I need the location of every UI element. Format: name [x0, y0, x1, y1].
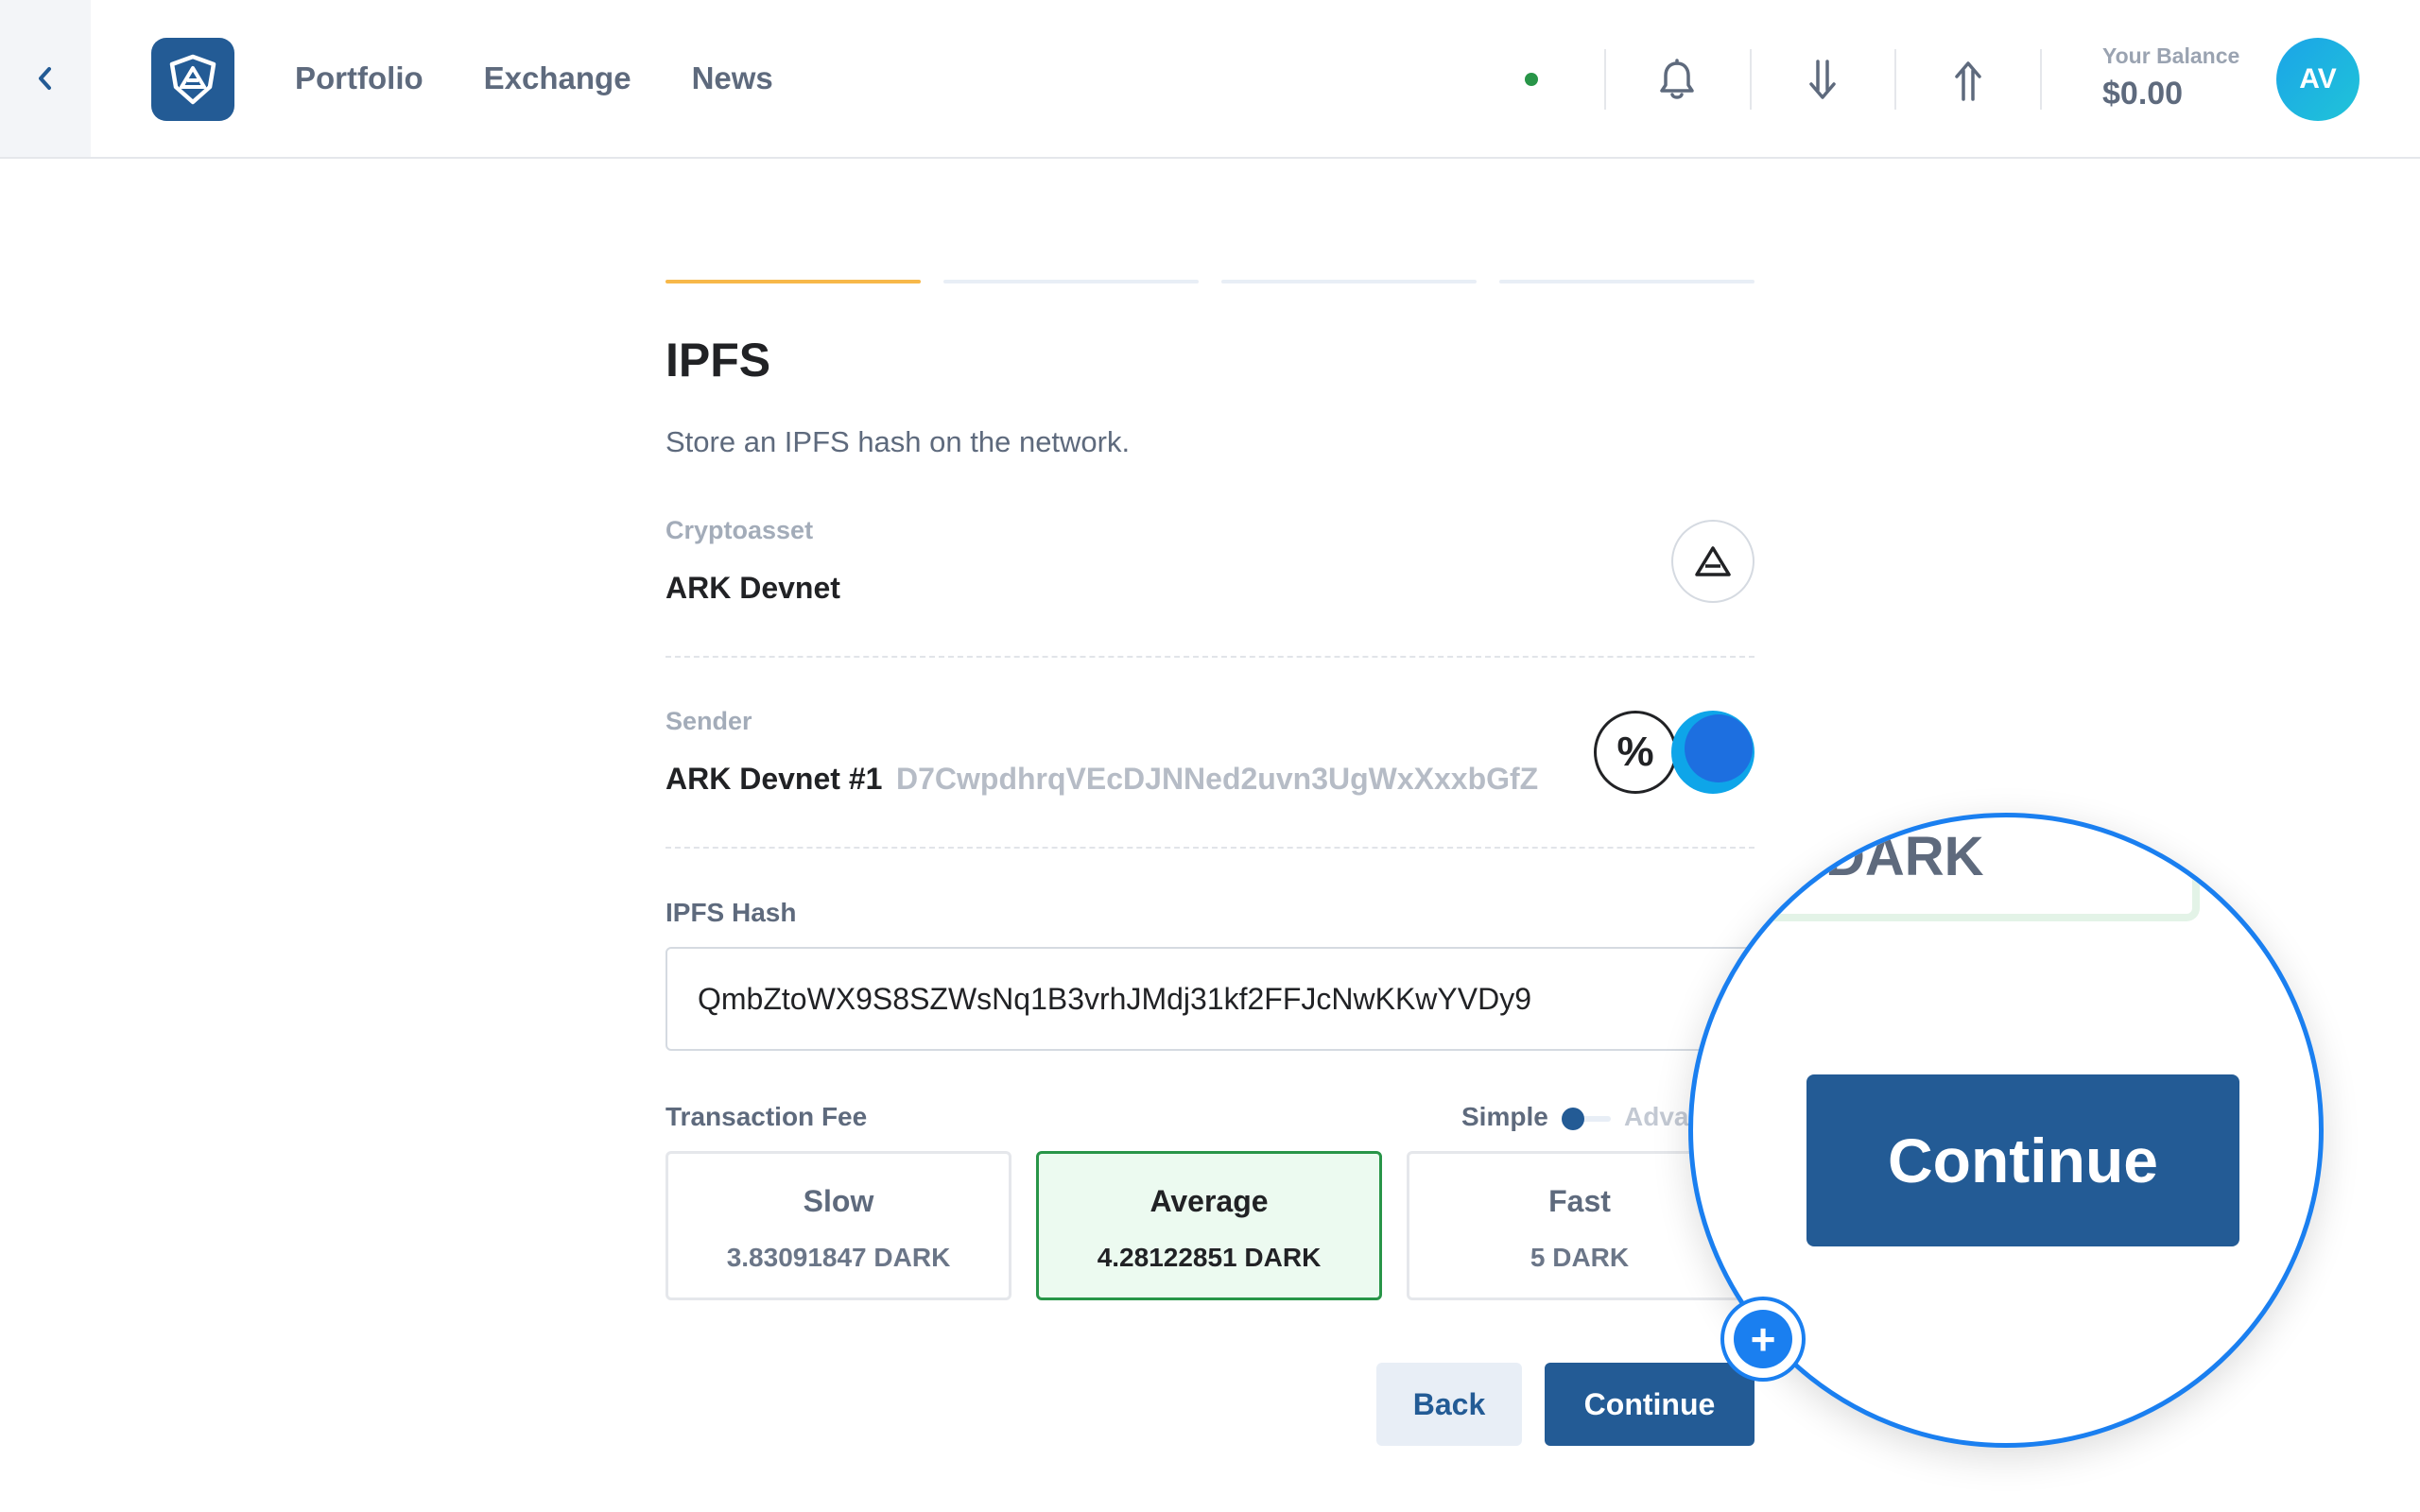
receive-button[interactable] [1794, 52, 1851, 109]
arrow-down-icon [1809, 60, 1836, 99]
fee-option-name: Slow [803, 1184, 874, 1218]
header-separator [2040, 49, 2042, 110]
ipfs-hash-input[interactable] [666, 947, 1754, 1051]
notifications-button[interactable] [1649, 52, 1705, 109]
balance-label: Your Balance [2102, 43, 2240, 68]
back-button[interactable]: Back [1376, 1363, 1522, 1446]
step-2 [943, 280, 1199, 284]
fee-option-name: Average [1150, 1184, 1269, 1218]
app-logo[interactable] [151, 38, 234, 121]
fee-mode-simple-label[interactable]: Simple [1461, 1102, 1548, 1132]
step-3 [1221, 280, 1477, 284]
nav-portfolio[interactable]: Portfolio [295, 60, 424, 96]
cryptoasset-label: Cryptoasset [666, 516, 814, 544]
fee-mode-toggle[interactable] [1562, 1108, 1611, 1130]
header-separator [1894, 49, 1896, 110]
transaction-fee-label: Transaction Fee [666, 1102, 868, 1131]
header-separator [1750, 49, 1752, 110]
fee-option-amount: 3.83091847 DARK [726, 1243, 951, 1272]
page-description: Store an IPFS hash on the network. [666, 425, 1131, 458]
nav-exchange[interactable]: Exchange [484, 60, 631, 96]
arrow-up-icon [1955, 61, 1981, 101]
zoom-in-marker: + [1720, 1297, 1806, 1382]
ark-logo-icon [169, 54, 216, 105]
fee-option-slow[interactable]: Slow 3.83091847 DARK [666, 1151, 1011, 1300]
ipfs-hash-label: IPFS Hash [666, 898, 797, 927]
page-title: IPFS [666, 334, 771, 387]
fee-option-average[interactable]: Average 4.28122851 DARK [1036, 1151, 1382, 1300]
ark-asset-icon [1695, 546, 1731, 576]
network-status-indicator [1525, 73, 1538, 86]
section-divider [666, 656, 1754, 658]
bell-icon [1660, 59, 1694, 99]
send-button[interactable] [1940, 52, 1996, 109]
percent-icon: % [1594, 711, 1677, 794]
balance-value: $0.00 [2102, 76, 2184, 112]
back-nav-button[interactable] [0, 0, 91, 157]
section-divider [666, 847, 1754, 849]
continue-button[interactable]: Continue [1545, 1363, 1754, 1446]
step-indicator [666, 280, 1754, 284]
chevron-left-icon [39, 67, 51, 90]
cryptoasset-value: ARK Devnet [666, 571, 840, 605]
wallet-avatar [1671, 711, 1754, 794]
magnified-fee-unit: DARK [1825, 826, 1984, 887]
sender-address: D7CwpdhrqVEcDJNNed2uvn3UgWxXxxbGfZ [896, 762, 1539, 796]
step-4 [1499, 280, 1754, 284]
fee-option-amount: 4.28122851 DARK [1097, 1243, 1322, 1272]
user-avatar[interactable]: AV [2276, 38, 2360, 121]
nav-news[interactable]: News [692, 60, 773, 96]
toggle-knob [1562, 1108, 1584, 1130]
fee-option-amount: 5 DARK [1530, 1243, 1630, 1272]
magnified-continue-button: Continue [1806, 1074, 2239, 1246]
sender-name: ARK Devnet #1 [666, 762, 883, 796]
zoom-in-icon: + [1734, 1310, 1792, 1368]
main-nav: Portfolio Exchange News [295, 0, 773, 157]
cryptoasset-icon [1671, 520, 1754, 603]
sender-label: Sender [666, 707, 752, 735]
header-separator [1604, 49, 1606, 110]
step-1 [666, 280, 921, 284]
top-navbar: Portfolio Exchange News Your Balance $0.… [0, 0, 2420, 159]
avatar-initials: AV [2299, 63, 2337, 94]
fee-mode-advanced-label[interactable]: Adva [1624, 1102, 1688, 1132]
